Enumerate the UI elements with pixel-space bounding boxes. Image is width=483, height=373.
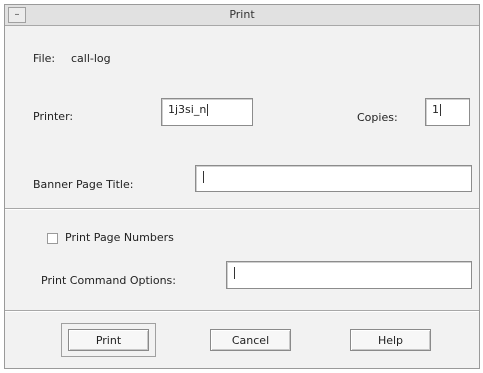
text-caret — [234, 267, 235, 279]
cancel-button[interactable]: Cancel — [210, 329, 291, 351]
text-caret — [207, 104, 209, 116]
command-options-label: Print Command Options: — [41, 274, 176, 287]
printer-value: 1j3si_n — [168, 103, 207, 116]
file-name: call-log — [71, 52, 111, 65]
window-title: Print — [229, 8, 255, 21]
copies-label: Copies: — [357, 111, 398, 124]
print-dialog: – Print File: call-log Printer: 1j3si_n … — [4, 4, 480, 369]
banner-title-field[interactable] — [195, 165, 472, 192]
page-numbers-checkbox[interactable] — [47, 233, 58, 244]
separator-bottom — [5, 310, 479, 312]
printer-label: Printer: — [33, 110, 74, 123]
title-bar[interactable]: – Print — [5, 5, 479, 26]
page-numbers-label[interactable]: Print Page Numbers — [65, 231, 174, 244]
help-button[interactable]: Help — [350, 329, 431, 351]
copies-field[interactable]: 1 — [425, 98, 470, 126]
file-label: File: — [33, 52, 56, 65]
banner-title-label: Banner Page Title: — [33, 178, 134, 191]
printer-field[interactable]: 1j3si_n — [161, 98, 253, 126]
text-caret — [440, 104, 441, 116]
separator-top — [5, 208, 479, 210]
text-caret — [203, 171, 204, 183]
print-button[interactable]: Print — [68, 329, 149, 351]
command-options-field[interactable] — [226, 261, 472, 289]
copies-value: 1 — [432, 103, 439, 116]
